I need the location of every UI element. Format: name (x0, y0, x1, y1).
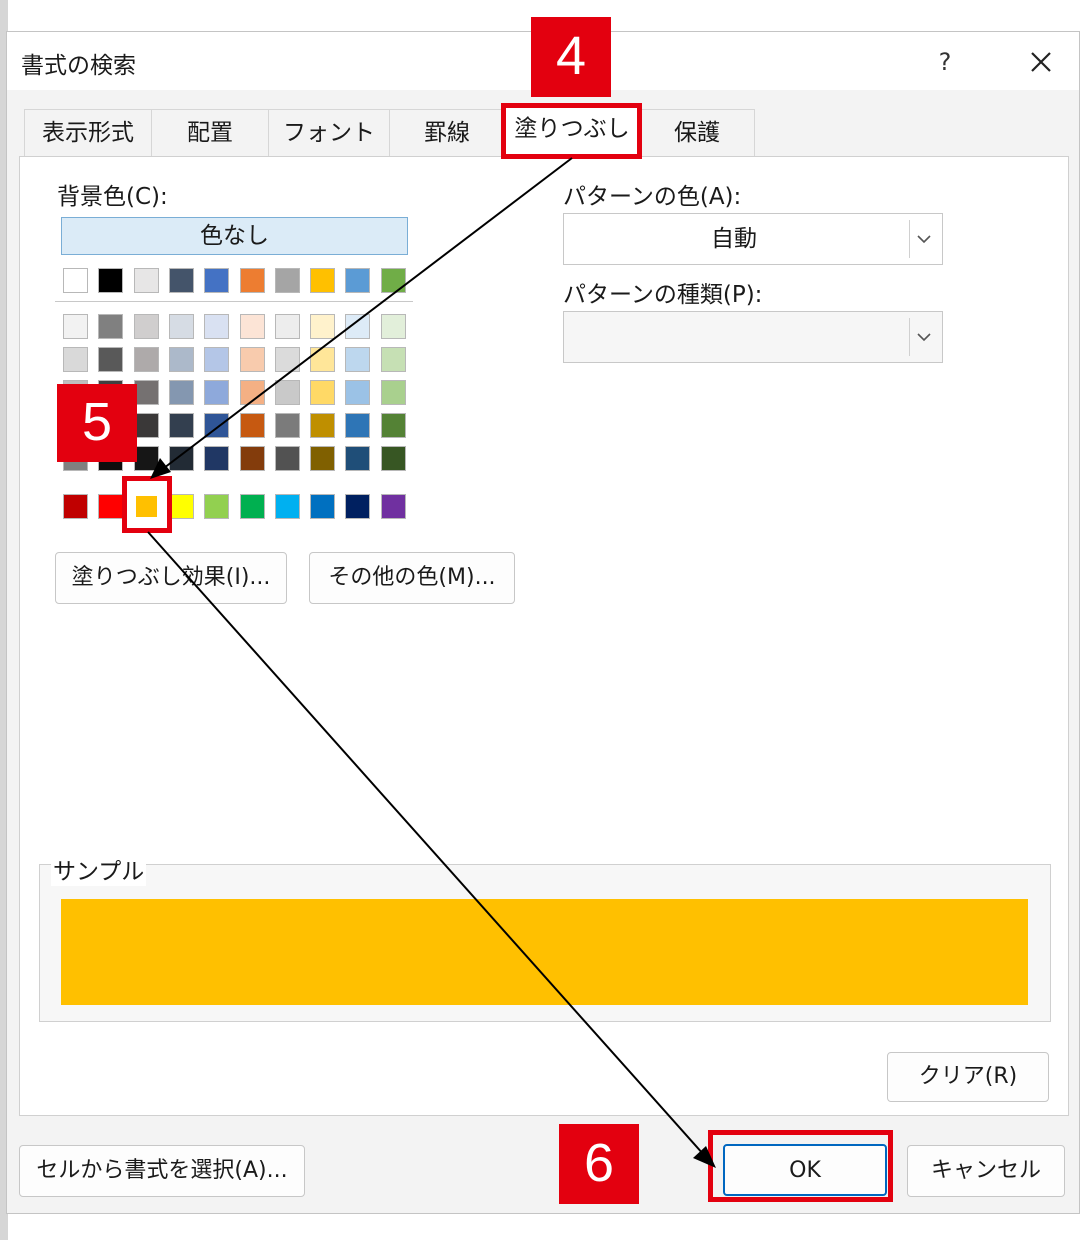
arrowhead-icon (150, 458, 171, 479)
arrow-tab-to-color (163, 157, 573, 469)
arrowhead-icon (693, 1146, 716, 1168)
annotation-arrows (147, 157, 716, 1168)
arrow-color-to-ok (147, 531, 705, 1156)
